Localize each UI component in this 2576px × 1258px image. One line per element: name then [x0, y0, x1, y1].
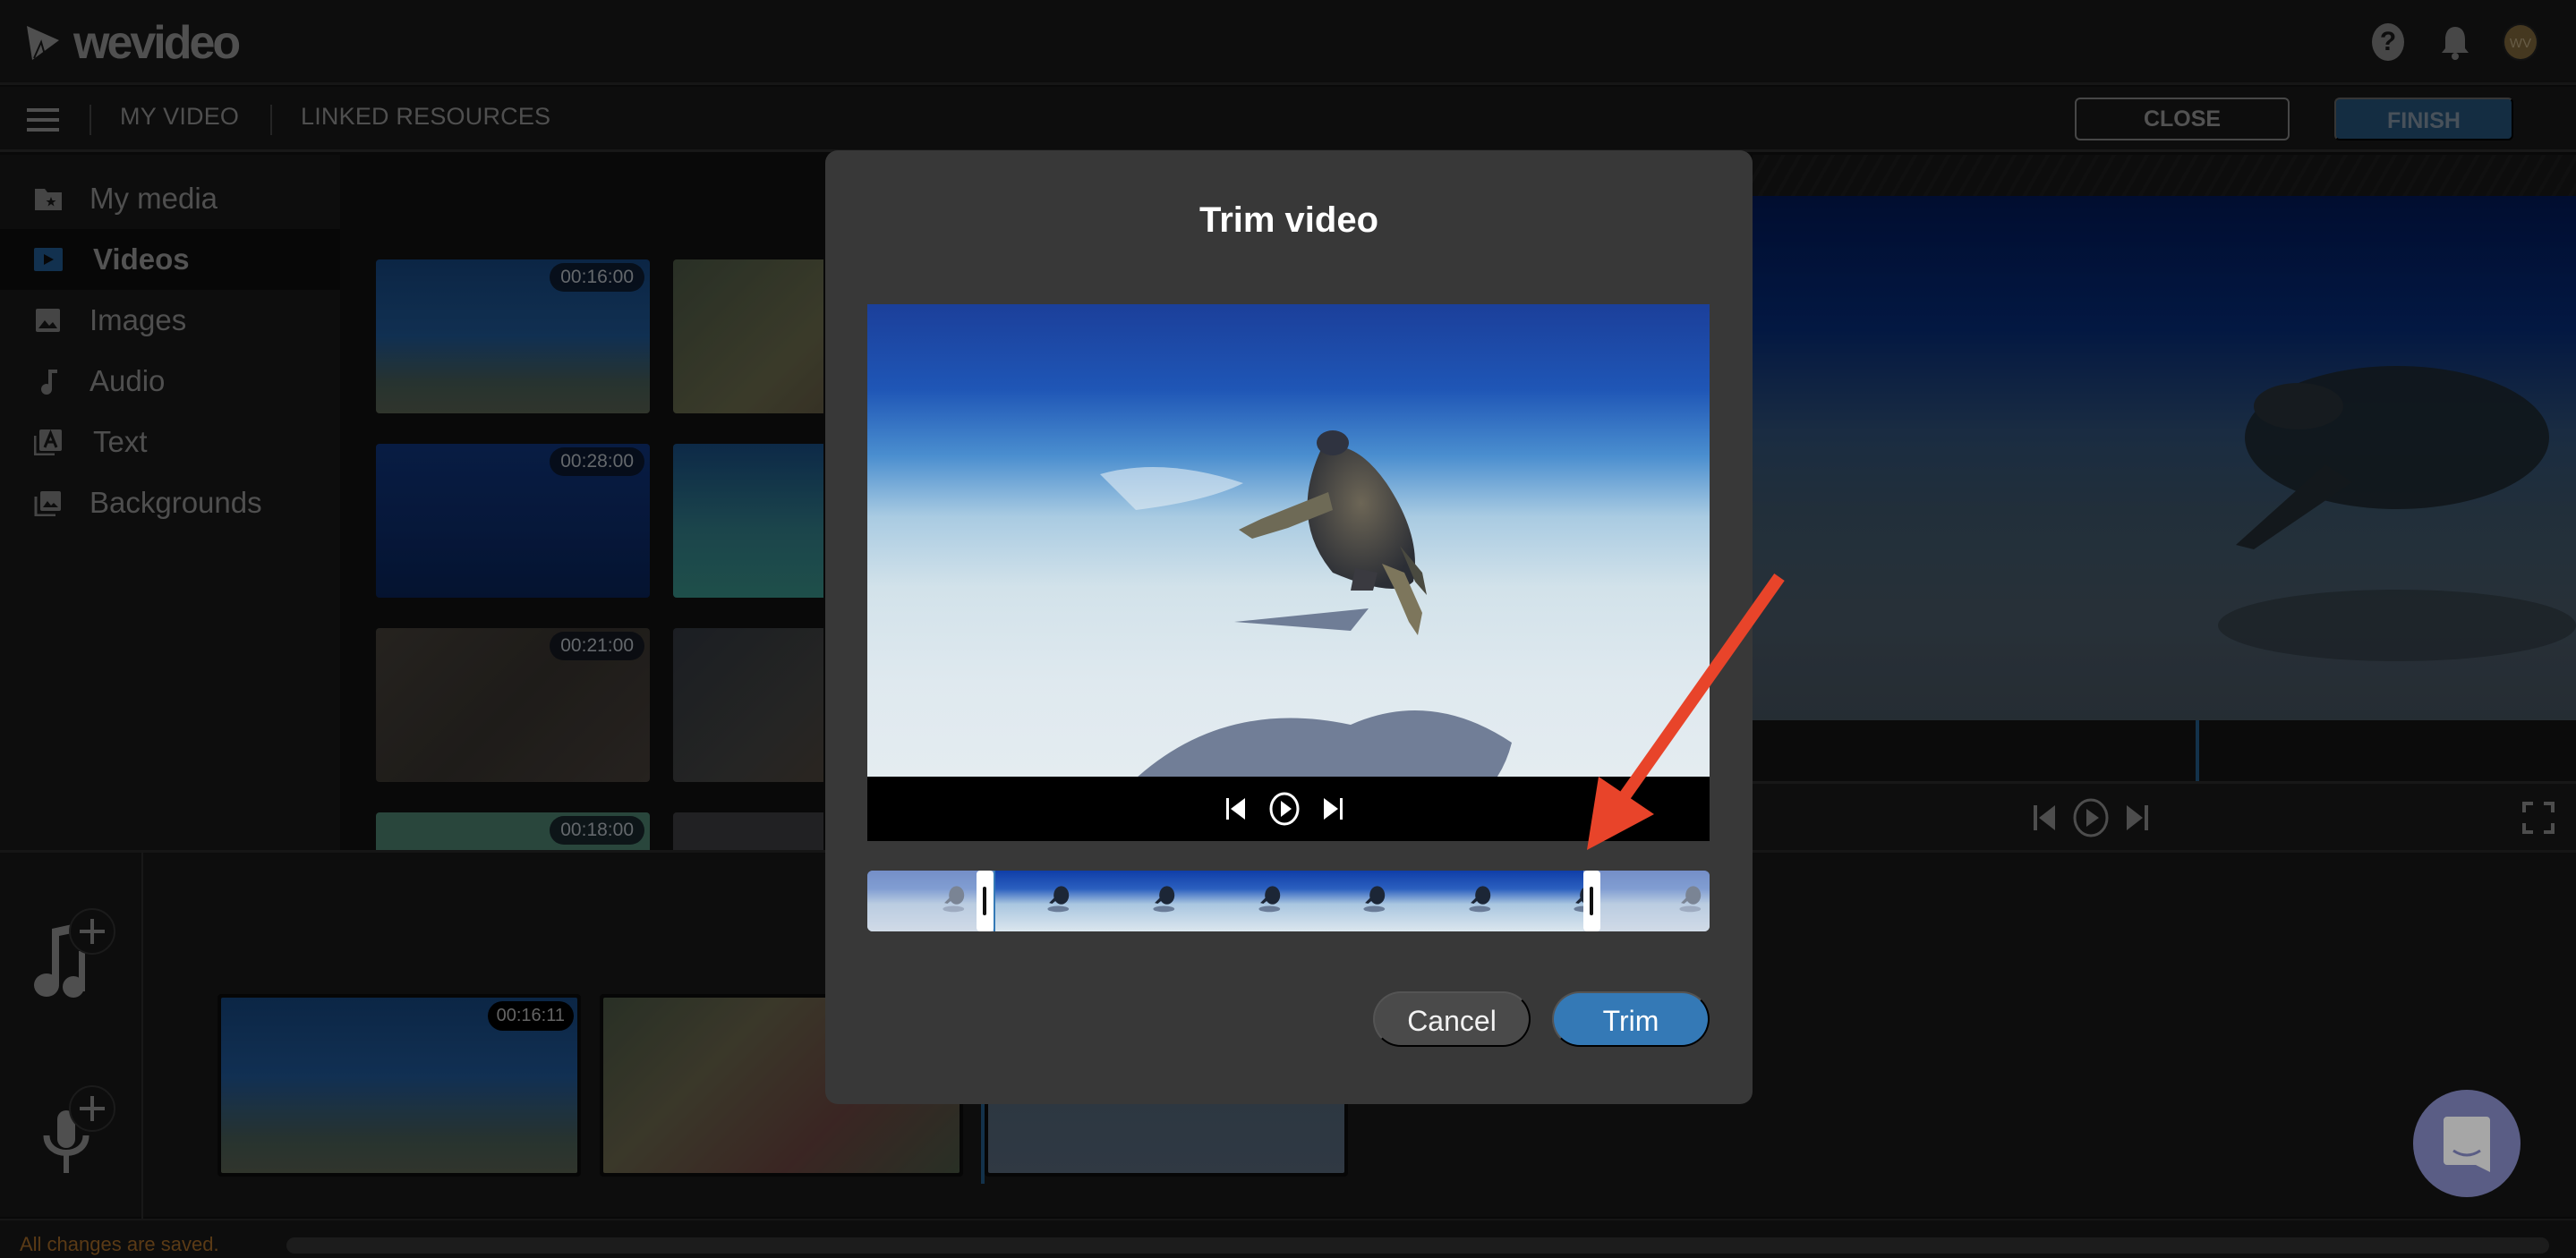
trim-filmstrip[interactable]: [867, 871, 1710, 931]
filmstrip-turtle-icon: [1153, 886, 1175, 913]
skip-back-icon[interactable]: [1225, 796, 1249, 821]
dialog-title: Trim video: [1198, 200, 1379, 240]
filmstrip-turtle-icon: [1047, 886, 1070, 913]
filmstrip-turtle-icon: [1363, 886, 1386, 913]
trim-end-handle[interactable]: [1582, 871, 1600, 931]
trim-excluded-region: [1582, 871, 1710, 931]
video-frame-turtle: [1100, 430, 1512, 777]
trim-excluded-region: [867, 871, 994, 931]
handle-grip-icon: [983, 887, 987, 915]
trim-video-dialog: Trim video Cancel Trim: [825, 150, 1753, 1104]
trim-player-controls: [867, 777, 1710, 841]
filmstrip-frame: [1182, 871, 1290, 931]
cancel-button[interactable]: Cancel: [1373, 991, 1531, 1047]
filmstrip-frame: [1288, 871, 1395, 931]
filmstrip-frame: [1078, 871, 1184, 931]
filmstrip-turtle-icon: [1258, 886, 1280, 913]
trim-selection-edge: [994, 871, 996, 931]
trim-start-handle[interactable]: [977, 871, 994, 931]
filmstrip-turtle-icon: [1469, 886, 1490, 913]
play-icon[interactable]: [1268, 792, 1301, 826]
filmstrip-frame: [1394, 871, 1500, 931]
handle-grip-icon: [1589, 887, 1593, 915]
trim-button[interactable]: Trim: [1552, 991, 1710, 1047]
trim-video-player[interactable]: [867, 304, 1710, 777]
skip-forward-icon[interactable]: [1321, 796, 1344, 821]
